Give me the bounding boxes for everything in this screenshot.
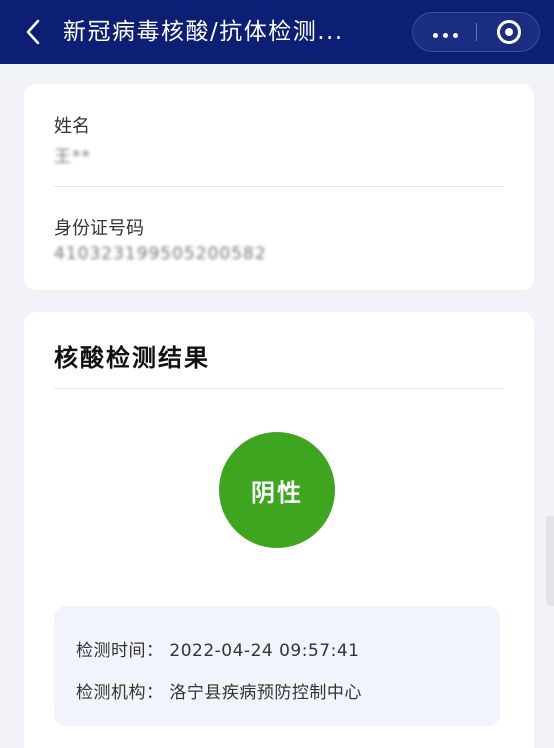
close-miniprogram-button[interactable] [477,13,541,51]
more-dots-icon [430,23,460,42]
test-org-value: 洛宁县疾病预防控制中心 [169,683,362,703]
page-title: 新冠病毒核酸/抗体检测... [63,19,344,45]
test-time-value: 2022-04-24 09:57:41 [169,641,360,661]
id-number-label: 身份证号码 [54,218,144,239]
back-button[interactable] [18,16,48,48]
test-org-label: 检测机构： [76,683,164,703]
top-nav-bar: 新冠病毒核酸/抗体检测... [0,0,554,64]
target-circle-icon [497,20,521,44]
more-button[interactable] [413,13,477,51]
chevron-left-icon [26,19,40,45]
personal-info-card: 姓名 王** 身份证号码 410323199505200582 [24,84,534,290]
scrollbar[interactable] [546,516,554,606]
test-time-row: 检测时间： 2022-04-24 09:57:41 [76,636,359,661]
test-detail-panel: 检测时间： 2022-04-24 09:57:41 检测机构： 洛宁县疾病预防控… [54,606,500,726]
test-org-row: 检测机构： 洛宁县疾病预防控制中心 [76,678,362,703]
result-status-badge: 阴性 [219,432,335,548]
test-result-card: 核酸检测结果 阴性 检测时间： 2022-04-24 09:57:41 检测机构… [24,312,534,748]
test-time-label: 检测时间： [76,641,164,661]
name-label: 姓名 [54,116,90,137]
id-number-value: 410323199505200582 [54,244,267,264]
section-title: 核酸检测结果 [54,344,210,372]
mini-program-capsule [412,12,540,52]
divider [54,388,504,389]
divider [54,186,504,187]
name-value: 王** [54,147,91,167]
